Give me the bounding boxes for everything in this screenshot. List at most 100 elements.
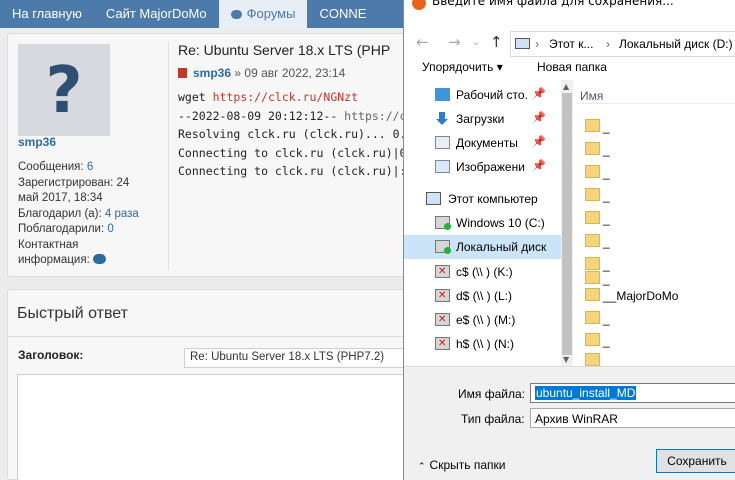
list-item[interactable]: _ xyxy=(573,308,735,331)
dialog-titlebar: Введите имя файла для сохранения... xyxy=(404,0,735,10)
firefox-icon xyxy=(412,0,426,10)
folder-icon xyxy=(585,211,600,224)
navigation-pane: Рабочий сто. 📌 Загрузки 📌 Документы 📌 Изобр… xyxy=(404,80,561,366)
nav-item-network-n[interactable]: h$ (\\ ) (N:) xyxy=(404,332,561,356)
author-profile: Сообщения: 6 Зарегистрирован: 24 май 201… xyxy=(18,161,139,266)
list-item[interactable]: _ xyxy=(573,185,735,208)
save-button[interactable]: Сохранить xyxy=(656,449,735,473)
quick-reply-title: Быстрый ответ xyxy=(17,305,128,322)
filename-input[interactable]: ubuntu_install_MD xyxy=(530,383,735,403)
thanked-link[interactable]: 4 раза xyxy=(105,208,139,220)
contact-chat-icon[interactable] xyxy=(92,254,106,264)
hide-folders-button[interactable]: ⌃ Скрыть папки xyxy=(418,458,505,472)
divider xyxy=(8,336,428,337)
nav-item-drive-d[interactable]: Локальный диск xyxy=(404,235,561,259)
list-item[interactable]: _ xyxy=(573,162,735,185)
quick-reply: Быстрый ответ Заголовок: Re: Ubuntu Serv… xyxy=(7,289,428,480)
list-item[interactable]: _ xyxy=(573,139,735,162)
scrollbar-thumb[interactable] xyxy=(562,93,572,355)
back-arrow-icon[interactable]: ← xyxy=(416,33,429,51)
pin-icon: 📌 xyxy=(532,159,546,172)
divider xyxy=(168,42,169,270)
subject-label: Заголовок: xyxy=(18,348,84,362)
filetype-select[interactable]: Архив WinRAR xyxy=(530,408,735,428)
list-item[interactable]: _ xyxy=(573,231,735,254)
nav-forums[interactable]: Форумы xyxy=(218,0,308,28)
pin-icon: 📌 xyxy=(532,87,546,100)
new-folder-button[interactable]: Новая папка xyxy=(537,60,607,74)
drive-icon xyxy=(435,216,451,230)
folder-icon xyxy=(585,188,600,201)
nav-item-this-pc[interactable]: Этот компьютер xyxy=(404,187,561,211)
chat-bubble-icon xyxy=(230,10,242,19)
folder-icon xyxy=(585,311,600,324)
folder-icon xyxy=(585,353,600,366)
address-row: ← → ⌄ ↑ › Этот к... › Локальный диск (D:… xyxy=(404,10,735,58)
nav-item-network-k[interactable]: c$ (\\ ) (K:) xyxy=(404,260,561,284)
folder-icon xyxy=(585,119,600,132)
network-drive-icon xyxy=(435,313,450,326)
avatar: ? xyxy=(18,44,110,136)
folder-icon xyxy=(585,165,600,178)
recent-chevron-icon[interactable]: ⌄ xyxy=(472,37,480,48)
organize-button[interactable]: Упорядочить ▾ xyxy=(422,60,503,74)
network-drive-icon xyxy=(435,337,450,350)
list-item[interactable]: _ xyxy=(573,208,735,231)
post-icon xyxy=(178,68,187,78)
nav-item-downloads[interactable]: Загрузки 📌 xyxy=(404,107,561,131)
list-item[interactable]: __MajorDoMo xyxy=(573,285,735,308)
computer-icon xyxy=(426,192,441,205)
nav-item-pictures[interactable]: Изображени 📌 xyxy=(404,155,561,179)
download-icon xyxy=(435,112,450,125)
documents-icon xyxy=(435,136,450,149)
command-bar: Упорядочить ▾ Новая папка xyxy=(404,58,735,80)
post-title[interactable]: Re: Ubuntu Server 18.x LTS (PHP xyxy=(178,42,390,58)
file-list: Имя _ _ _ _ _ _ _ _ __MajorDoMo _ _ _ xyxy=(573,80,735,366)
nav-item-drive-c[interactable]: Windows 10 (C:) xyxy=(404,211,561,235)
question-mark-icon: ? xyxy=(45,54,83,128)
forward-arrow-icon[interactable]: → xyxy=(448,33,461,51)
message-textarea[interactable] xyxy=(17,374,422,480)
forum-post: ? smp36 Сообщения: 6 Зарегистрирован: 24… xyxy=(7,33,462,277)
save-file-dialog: Введите имя файла для сохранения... ← → … xyxy=(403,0,735,480)
list-item[interactable]: _ xyxy=(573,350,735,366)
thanked-by-link[interactable]: 0 xyxy=(107,223,113,235)
code-url-link[interactable]: https://clck.ru/NGNzt xyxy=(213,90,358,104)
dialog-title: Введите имя файла для сохранения... xyxy=(432,0,674,8)
nav-scrollbar[interactable]: ▲ ▼ xyxy=(561,80,573,366)
network-drive-icon xyxy=(435,265,450,278)
breadcrumb-separator: › xyxy=(535,37,539,51)
filename-label: Имя файла: xyxy=(458,387,525,401)
desktop-icon xyxy=(435,88,450,101)
up-arrow-icon[interactable]: ↑ xyxy=(490,33,503,51)
column-header-name[interactable]: Имя xyxy=(580,89,603,103)
scroll-down-icon[interactable]: ▼ xyxy=(563,355,569,364)
pin-icon: 📌 xyxy=(532,111,546,124)
folder-icon xyxy=(585,142,600,155)
folder-icon xyxy=(585,333,600,346)
subject-input[interactable]: Re: Ubuntu Server 18.x LTS (PHP7.2) xyxy=(184,348,414,368)
nav-item-network-l[interactable]: d$ (\\ ) (L:) xyxy=(404,284,561,308)
nav-majordomo-site[interactable]: Сайт MajorDoMo xyxy=(94,0,219,28)
post-author[interactable]: smp36 xyxy=(18,135,56,149)
post-meta-author[interactable]: smp36 xyxy=(193,66,231,80)
breadcrumb-local-disk[interactable]: Локальный диск (D:) xyxy=(619,37,733,51)
nav-home[interactable]: На главную xyxy=(0,0,94,28)
nav-connect[interactable]: CONNE xyxy=(307,0,378,28)
breadcrumb-this-pc[interactable]: Этот к... xyxy=(549,37,593,51)
folder-icon xyxy=(585,271,600,284)
divider xyxy=(404,366,735,367)
address-bar[interactable]: › Этот к... › Локальный диск (D:) xyxy=(510,31,735,57)
breadcrumb-separator: › xyxy=(606,37,610,51)
filetype-label: Тип файла: xyxy=(461,412,525,426)
nav-item-network-m[interactable]: e$ (\\ ) (M:) xyxy=(404,308,561,332)
post-meta: smp36 » 09 авг 2022, 23:14 xyxy=(178,66,345,80)
nav-item-desktop[interactable]: Рабочий сто. 📌 xyxy=(404,83,561,107)
messages-count-link[interactable]: 6 xyxy=(87,161,93,173)
folder-icon xyxy=(585,288,600,301)
scroll-up-icon[interactable]: ▲ xyxy=(563,82,569,91)
computer-icon xyxy=(515,38,530,49)
list-item[interactable]: _ xyxy=(573,116,735,139)
folder-icon xyxy=(585,234,600,247)
nav-item-documents[interactable]: Документы 📌 xyxy=(404,131,561,155)
